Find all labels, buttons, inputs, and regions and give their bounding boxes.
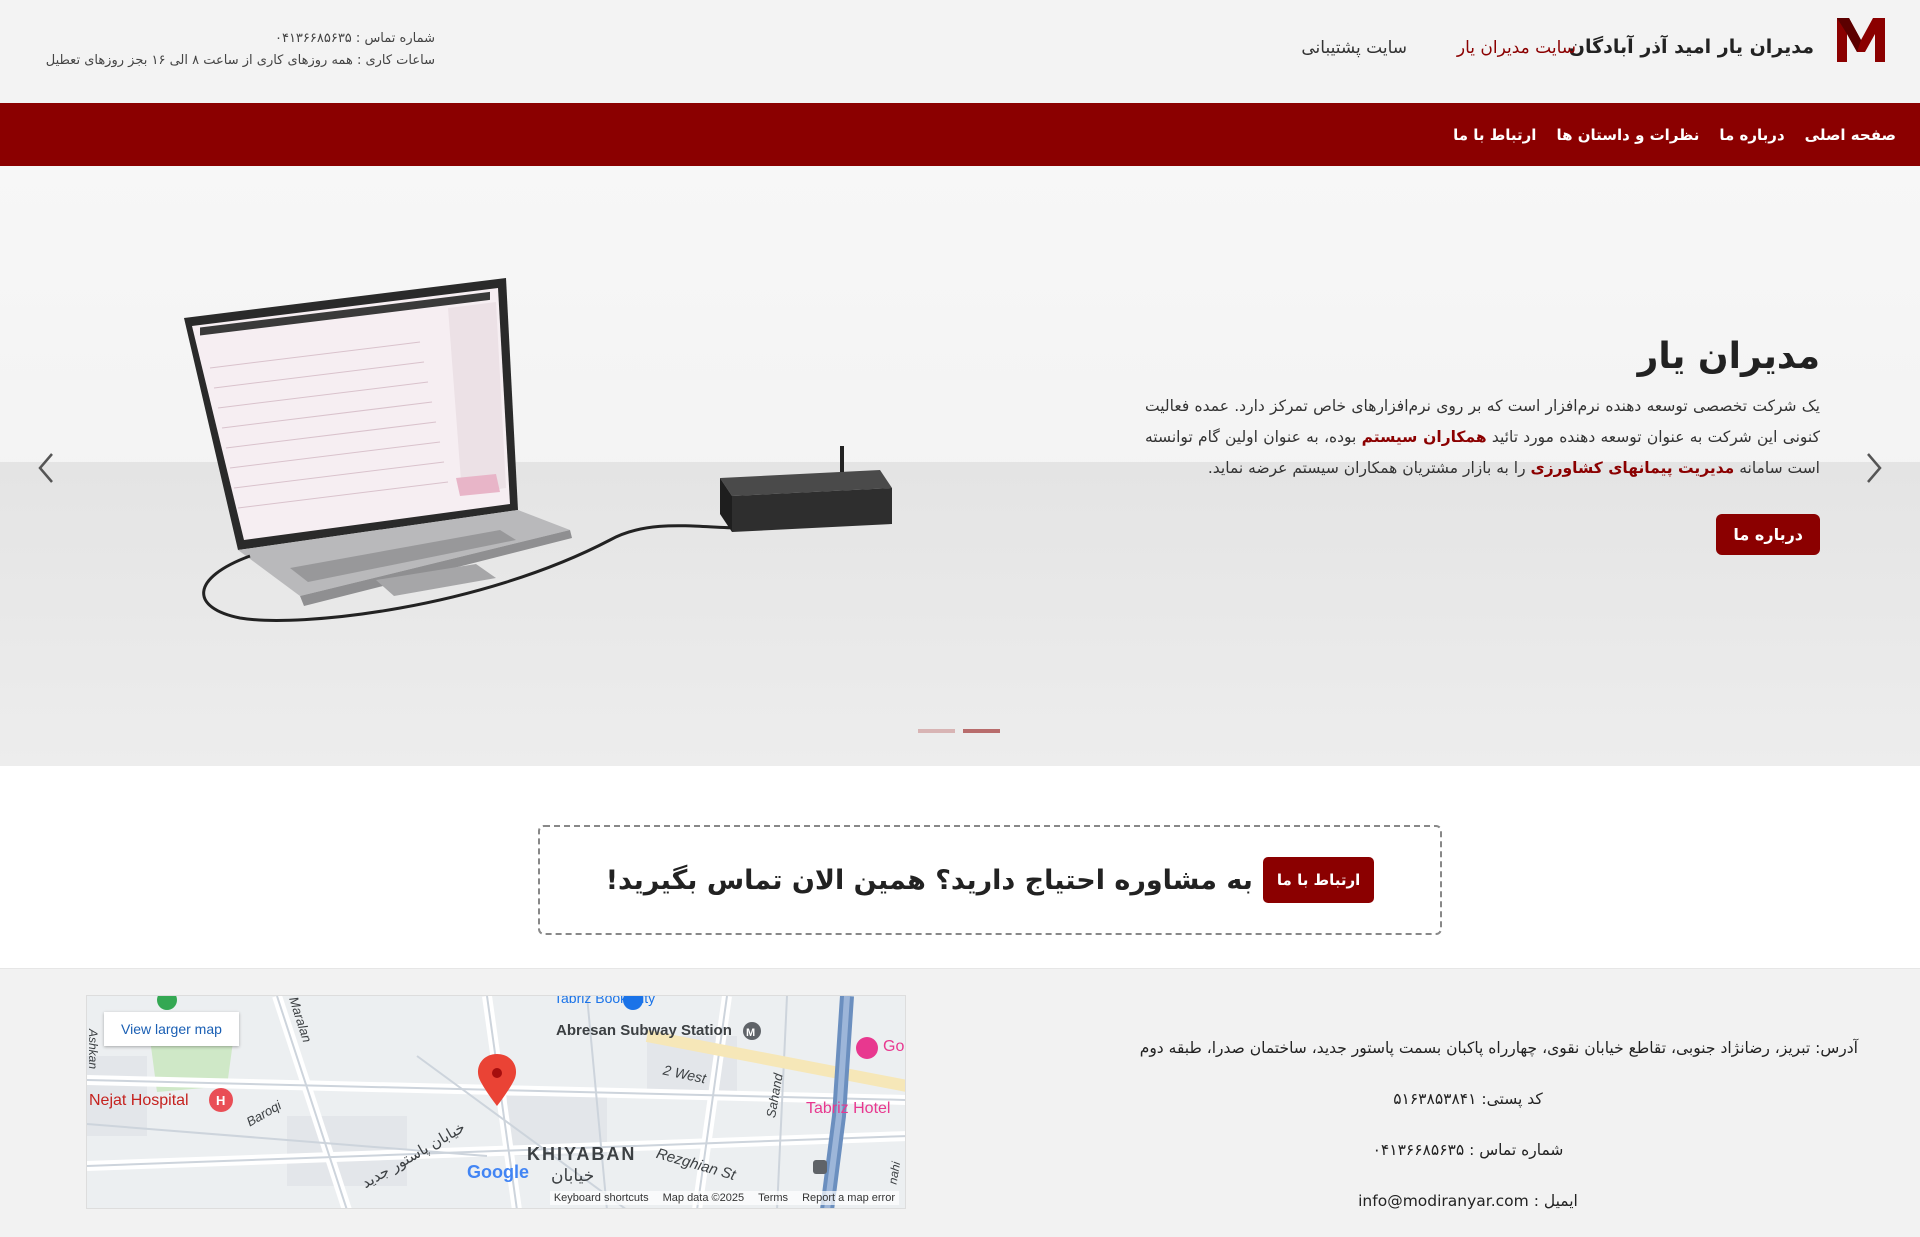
nav-item-testimonials[interactable]: نظرات و داستان ها xyxy=(1556,126,1699,144)
contact-details: آدرس: تبریز، رضانژاد جنوبی، تقاطع خیابان… xyxy=(1078,1037,1858,1237)
cta-text: به مشاوره احتیاج دارید؟ همین الان تماس ب… xyxy=(605,864,1253,896)
main-site-link[interactable]: سایت مدیران یار xyxy=(1457,38,1576,58)
footer: H M View larger map Tabriz Book City Abr… xyxy=(0,968,1920,1237)
map-label-hospital: Nejat Hospital xyxy=(89,1092,189,1109)
report-map-error-link[interactable]: Report a map error xyxy=(802,1192,895,1204)
slide-indicator[interactable] xyxy=(918,729,955,733)
footer-email[interactable]: ایمیل : info@modiranyar.com xyxy=(1078,1190,1858,1237)
map-label-ashkan: Ashkan xyxy=(86,1028,101,1070)
top-header: مدیران یار امید آذر آبادگان سایت مدیران … xyxy=(0,0,1920,103)
map-label-khiyaban-fa: خیابان xyxy=(551,1166,595,1185)
brand-name: مدیران یار امید آذر آبادگان xyxy=(1568,36,1814,58)
company-logo[interactable] xyxy=(1835,14,1887,66)
consultation-cta: به مشاوره احتیاج دارید؟ همین الان تماس ب… xyxy=(538,825,1442,935)
hero-title: مدیران یار xyxy=(1637,336,1820,377)
chevron-right-icon[interactable] xyxy=(1852,446,1892,490)
slider-indicators xyxy=(918,729,1000,733)
hero-highlight-partner: همکاران سیستم xyxy=(1361,428,1487,446)
map-label-khiyaban: KHIYABAN xyxy=(527,1144,637,1164)
contact-phone: شماره تماس : ۰۴۱۳۶۶۸۵۶۳۵ xyxy=(274,31,435,46)
terms-link[interactable]: Terms xyxy=(758,1192,788,1204)
support-site-link[interactable]: سایت پشتیبانی xyxy=(1301,38,1407,58)
working-hours: ساعات کاری : همه روزهای کاری از ساعت ۸ ا… xyxy=(45,53,435,68)
contact-us-button[interactable]: ارتباط با ما xyxy=(1262,857,1375,903)
footer-address: آدرس: تبریز، رضانژاد جنوبی، تقاطع خیابان… xyxy=(1139,1039,1858,1057)
svg-text:M: M xyxy=(746,1027,755,1039)
slide-indicator-active[interactable] xyxy=(963,729,1000,733)
footer-phone: شماره تماس : ۰۴۱۳۶۶۸۵۶۳۵ xyxy=(1372,1141,1564,1159)
map-label-gos: Gos xyxy=(883,1038,905,1055)
nav-item-home[interactable]: صفحه اصلی xyxy=(1805,126,1896,144)
hero-description: یک شرکت تخصصی توسعه دهنده نرم‌افزار است … xyxy=(1145,391,1820,484)
nav-item-contact[interactable]: ارتباط با ما xyxy=(1453,126,1536,144)
map-label-hotel: Tabriz Hotel xyxy=(806,1100,891,1117)
keyboard-shortcuts-link[interactable]: Keyboard shortcuts xyxy=(554,1192,649,1204)
hero-highlight-product: مدیریت پیمانهای کشاورزی xyxy=(1530,459,1735,477)
view-larger-map-link[interactable]: View larger map xyxy=(104,1012,239,1046)
hero-slider: مدیران یار یک شرکت تخصصی توسعه دهنده نرم… xyxy=(0,166,1920,766)
hero-content: مدیران یار یک شرکت تخصصی توسعه دهنده نرم… xyxy=(1145,336,1820,555)
embedded-map[interactable]: H M View larger map Tabriz Book City Abr… xyxy=(86,995,906,1209)
map-label-subway: Abresan Subway Station xyxy=(556,1022,732,1039)
main-navigation: صفحه اصلی درباره ما نظرات و داستان ها ار… xyxy=(0,103,1920,166)
nav-item-about[interactable]: درباره ما xyxy=(1719,126,1784,144)
contact-info: شماره تماس : ۰۴۱۳۶۶۸۵۶۳۵ ساعات کاری : هم… xyxy=(15,28,435,72)
map-attribution-bar: Keyboard shortcuts Map data ©2025 Terms … xyxy=(549,1191,899,1205)
chevron-left-icon[interactable] xyxy=(28,446,68,490)
svg-text:H: H xyxy=(216,1093,225,1108)
footer-postal-code: کد پستی: ۵۱۶۳۸۵۳۸۴۱ xyxy=(1393,1090,1543,1108)
laptop-illustration xyxy=(184,278,892,622)
google-logo: Google xyxy=(467,1162,529,1182)
about-us-button[interactable]: درباره ما xyxy=(1716,514,1820,555)
hero-text-part: را به بازار مشتریان همکاران سیستم عرضه ن… xyxy=(1207,459,1531,477)
map-label-book-city: Tabriz Book City xyxy=(554,995,656,1006)
map-data-label: Map data ©2025 xyxy=(662,1192,745,1204)
